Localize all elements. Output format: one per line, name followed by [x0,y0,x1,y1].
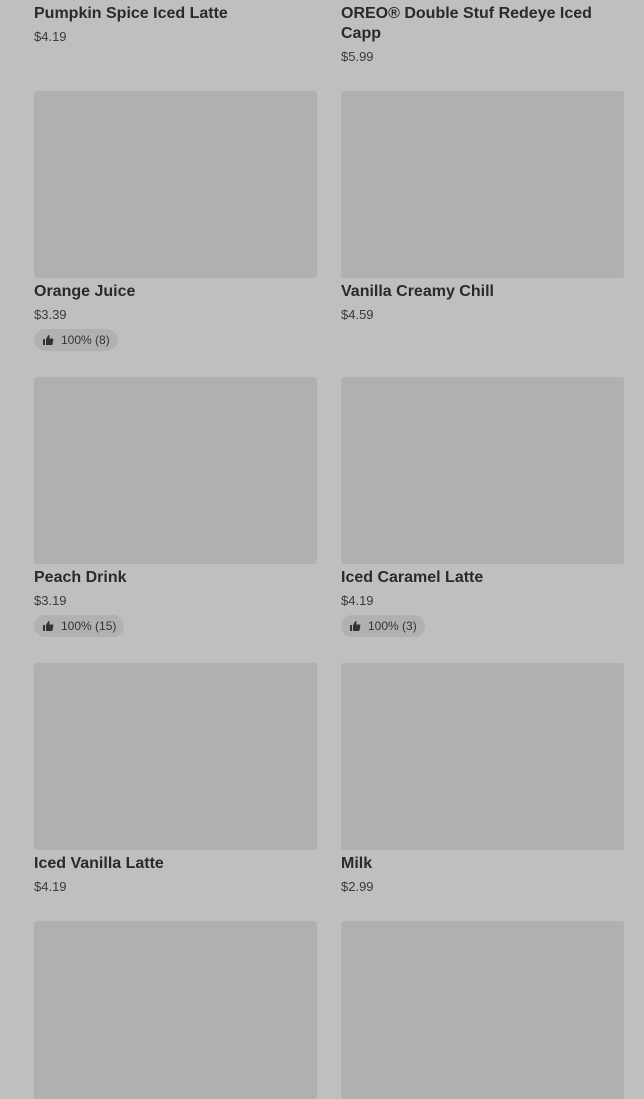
thumbs-up-icon [349,620,361,632]
product-image[interactable] [34,377,317,564]
product-name[interactable]: Peach Drink [34,568,317,588]
product-name[interactable]: Orange Juice [34,282,317,302]
product-image[interactable] [341,377,624,564]
product-price: $4.59 [341,307,374,322]
product-name[interactable]: Pumpkin Spice Iced Latte [34,4,317,24]
product-price: $4.19 [341,593,374,608]
product-price: $4.19 [34,29,67,44]
thumbs-up-icon [42,334,54,346]
product-price: $3.39 [34,307,67,322]
product-name[interactable]: Iced Caramel Latte [341,568,624,588]
rating-text: 100% (15) [61,619,117,633]
product-image[interactable] [341,663,624,850]
rating-text: 100% (8) [61,333,110,347]
product-name[interactable]: OREO® Double Stuf Redeye Iced Capp [341,4,624,44]
product-price: $2.99 [341,879,374,894]
product-image[interactable] [34,663,317,850]
product-image[interactable] [34,921,317,1099]
product-price: $5.99 [341,49,374,64]
rating-badge: 100% (3) [341,615,425,637]
product-image[interactable] [34,91,317,278]
product-name[interactable]: Vanilla Creamy Chill [341,282,624,302]
product-name[interactable]: Milk [341,854,624,874]
product-price: $3.19 [34,593,67,608]
product-image[interactable] [341,91,624,278]
product-price: $4.19 [34,879,67,894]
rating-badge: 100% (8) [34,329,118,351]
product-image[interactable] [341,921,624,1099]
rating-badge: 100% (15) [34,615,125,637]
rating-text: 100% (3) [368,619,417,633]
thumbs-up-icon [42,620,54,632]
product-name[interactable]: Iced Vanilla Latte [34,854,317,874]
